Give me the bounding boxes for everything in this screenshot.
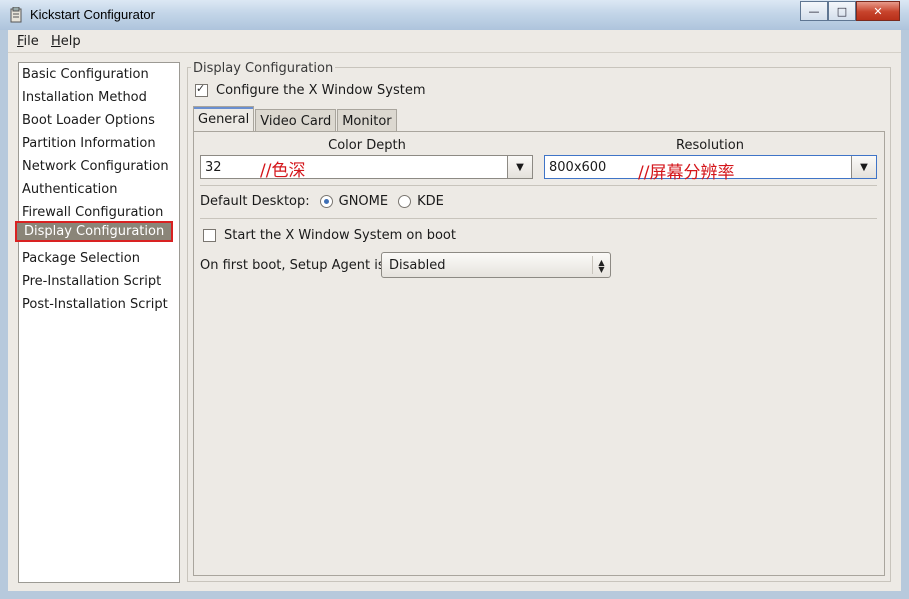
start-x-on-boot-checkbox[interactable]: Start the X Window System on boot xyxy=(203,228,456,243)
color-depth-combo[interactable]: 32 ▼ xyxy=(200,155,533,179)
up-down-arrows-icon: ▲ ▼ xyxy=(592,256,610,274)
title-bar[interactable]: Kickstart Configurator — □ ✕ xyxy=(0,0,909,30)
app-icon xyxy=(10,7,22,23)
sidebar-item-basic-configuration[interactable]: Basic Configuration xyxy=(22,64,149,85)
configure-x-checkbox[interactable]: Configure the X Window System xyxy=(195,82,426,98)
sidebar-list: Basic Configuration Installation Method … xyxy=(15,62,180,583)
tab-general[interactable]: General xyxy=(193,106,255,133)
gnome-radio[interactable] xyxy=(319,195,333,208)
setup-agent-value[interactable]: Disabled xyxy=(382,258,592,273)
sidebar-item-boot-loader-options[interactable]: Boot Loader Options xyxy=(22,110,155,131)
menu-help-label: elp xyxy=(60,34,81,49)
close-button[interactable]: ✕ xyxy=(856,1,900,21)
resolution-annotation: //屏幕分辨率 xyxy=(638,163,735,183)
default-desktop-group: Default Desktop: GNOME KDE xyxy=(200,194,444,209)
sidebar-item-firewall-configuration[interactable]: Firewall Configuration xyxy=(22,202,163,223)
application-window: Kickstart Configurator — □ ✕ File Help B… xyxy=(0,0,909,599)
sidebar-item-installation-method[interactable]: Installation Method xyxy=(22,87,147,108)
sidebar-item-network-configuration[interactable]: Network Configuration xyxy=(22,156,169,177)
kde-radio[interactable] xyxy=(398,195,412,208)
checkbox-unchecked-icon[interactable] xyxy=(203,229,216,242)
client-area: File Help Basic Configuration Installati… xyxy=(8,30,901,591)
setup-agent-label: On first boot, Setup Agent is: xyxy=(200,258,390,273)
sidebar-item-post-installation-script[interactable]: Post-Installation Script xyxy=(22,294,168,315)
maximize-icon: □ xyxy=(836,4,848,18)
close-icon: ✕ xyxy=(873,4,883,18)
kde-label[interactable]: KDE xyxy=(417,194,444,209)
chevron-down-icon[interactable]: ▼ xyxy=(851,156,876,178)
color-depth-title: Color Depth xyxy=(328,138,406,153)
tab-bar: General Video Card Monitor xyxy=(193,106,398,133)
separator xyxy=(200,218,877,219)
tab-monitor[interactable]: Monitor xyxy=(337,109,397,133)
color-depth-value[interactable]: 32 xyxy=(201,160,507,175)
sidebar-item-package-selection[interactable]: Package Selection xyxy=(22,248,140,269)
default-desktop-label: Default Desktop: xyxy=(200,194,310,209)
color-depth-annotation: //色深 xyxy=(260,161,306,181)
menu-help-mnemonic: H xyxy=(51,34,61,49)
separator xyxy=(200,185,877,186)
chevron-down-icon[interactable]: ▼ xyxy=(507,156,532,178)
tab-video-card[interactable]: Video Card xyxy=(255,109,337,133)
start-x-on-boot-label: Start the X Window System on boot xyxy=(224,228,456,243)
menu-help[interactable]: Help xyxy=(51,34,81,49)
sidebar-item-pre-installation-script[interactable]: Pre-Installation Script xyxy=(22,271,161,292)
minimize-icon: — xyxy=(808,4,820,18)
sidebar-item-display-configuration[interactable]: Display Configuration xyxy=(15,221,173,242)
menu-file[interactable]: File xyxy=(17,34,39,49)
sidebar-item-partition-information[interactable]: Partition Information xyxy=(22,133,156,154)
window-controls: — □ ✕ xyxy=(800,1,900,21)
frame-title: Display Configuration xyxy=(191,61,336,76)
checkbox-checked-icon[interactable] xyxy=(195,82,208,97)
resolution-title: Resolution xyxy=(676,138,744,153)
menu-file-label: ile xyxy=(23,34,39,49)
setup-agent-select[interactable]: Disabled ▲ ▼ xyxy=(381,252,611,278)
configure-x-label: Configure the X Window System xyxy=(216,83,426,98)
minimize-button[interactable]: — xyxy=(800,1,828,21)
maximize-button[interactable]: □ xyxy=(828,1,856,21)
sidebar-item-authentication[interactable]: Authentication xyxy=(22,179,117,200)
menu-bar: File Help xyxy=(8,30,901,53)
window-title: Kickstart Configurator xyxy=(30,7,155,22)
gnome-label[interactable]: GNOME xyxy=(339,194,388,209)
